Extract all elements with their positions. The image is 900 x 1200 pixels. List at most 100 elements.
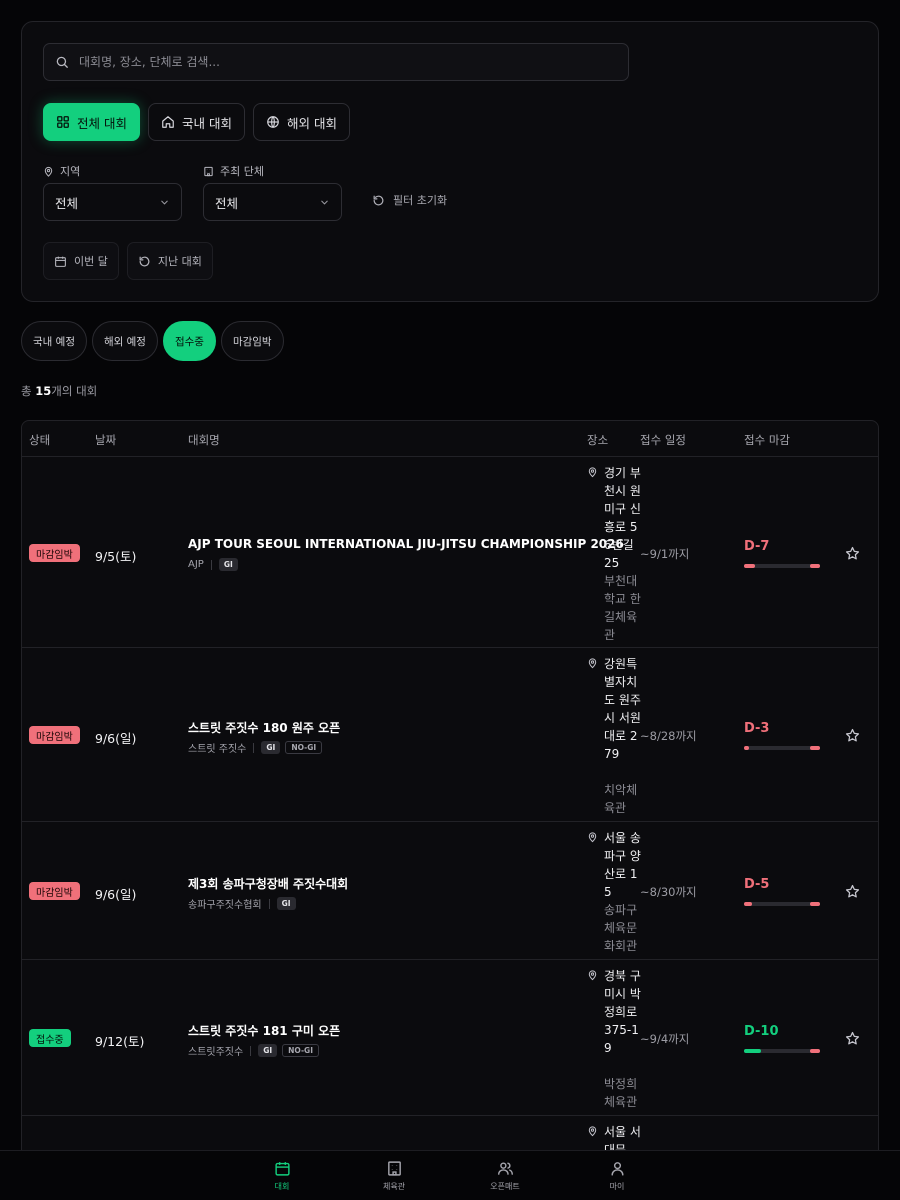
event-date: 9/12(토) [95,1034,145,1049]
venue-address: 경기 부천시 원미구 신흥로 56번길 25 [604,466,641,570]
tag-gi: GI [276,897,296,910]
venue-hall: 치악체육관 [604,783,638,815]
pill-domestic-upcoming[interactable]: 국내 예정 [21,321,87,361]
calendar-icon [274,1162,290,1176]
nav-gyms[interactable]: 체육관 [364,1160,424,1192]
pill-closing-soon[interactable]: 마감임박 [220,321,284,361]
history-icon [139,256,150,266]
dday-label: D-3 [744,721,770,736]
users-icon [497,1162,513,1175]
registration-until: ~9/4까지 [640,1032,690,1046]
chip-past-events[interactable]: 지난 대회 [126,242,213,280]
registration-until: ~8/30까지 [640,885,697,899]
event-meta: AJP GI [188,558,243,571]
event-name[interactable]: 스트릿 주짓수 180 원주 오픈 [188,719,340,736]
event-name[interactable]: 제3회 송파구청장배 주짓수대회 [188,875,348,892]
venue-address: 서울 송파구 양산로 15 [604,831,641,899]
event-date: 9/6(일) [95,887,137,902]
building-icon [387,1161,401,1176]
registration-until: ~8/28까지 [640,729,697,743]
map-pin-icon [44,166,53,177]
event-meta: 스트릿주짓수 GI NO-GI [188,1043,324,1058]
host-select[interactable]: 전체 [203,183,342,221]
scope-tab-all[interactable]: 전체 대회 [43,103,140,141]
deadline-progress-bar [744,902,820,906]
header-deadline: 접수 마감 [744,433,790,447]
total-count: 총 15개의 대회 [21,384,98,398]
search-box[interactable] [43,43,629,81]
tag-gi: GI [261,741,281,754]
table-row[interactable]: 마감임박 9/5(토) AJP TOUR SEOUL INTERNATIONAL… [22,458,878,648]
status-badge: 마감임박 [29,726,80,744]
nav-label: 체육관 [382,1182,406,1191]
region-select[interactable]: 전체 [43,183,182,221]
region-select-value: 전체 [55,195,79,211]
scope-tab-domestic[interactable]: 국내 대회 [147,103,245,141]
event-meta: 송파구주짓수협회 GI [188,896,301,911]
tag-gi: GI [218,558,238,571]
event-name[interactable]: 스트릿 주짓수 181 구미 오픈 [188,1022,340,1039]
venue-hall: 박정희체육관 [604,1077,638,1109]
home-icon [162,116,174,128]
deadline-progress-fill [744,902,753,906]
venue-hall: 송파구체육문화회관 [604,903,638,953]
header-name: 대회명 [188,433,220,447]
event-venue: 경기 부천시 원미구 신흥로 56번길 25 부천대학교 한길체육관 [587,464,647,644]
scope-tab-label: 국내 대회 [181,115,232,131]
pill-overseas-upcoming[interactable]: 해외 예정 [91,321,158,361]
nav-label: 마이 [609,1182,625,1191]
event-venue: 경북 구미시 박정희로 375-19 박정희체육관 [587,967,647,1113]
dday-label: D-7 [744,539,770,554]
tag-nogi: NO-GI [285,741,323,754]
deadline-progress-bar [744,564,820,568]
table-row[interactable]: 마감임박 9/6(일) 스트릿 주짓수 180 원주 오픈 스트릿 주짓수 GI… [22,649,878,822]
globe-icon [267,116,279,128]
star-icon[interactable] [845,546,860,561]
chevron-down-icon [321,200,328,205]
search-input[interactable] [79,55,599,69]
region-label: 지역 [43,163,80,179]
table-header: 상태 날짜 대회명 장소 접수 일정 접수 마감 [22,421,878,457]
total-count-number: 15 [35,384,52,398]
map-pin-icon [588,970,597,981]
nav-competitions[interactable]: 대회 [252,1160,312,1192]
pill-registration-open[interactable]: 접수중 [162,321,216,361]
star-icon[interactable] [845,728,860,743]
nav-open-mat[interactable]: 오픈매트 [475,1160,535,1192]
star-icon[interactable] [845,1031,860,1046]
building-icon [204,166,213,176]
venue-address: 경북 구미시 박정희로 375-19 [604,969,641,1055]
scope-tab-label: 전체 대회 [77,115,127,131]
star-icon[interactable] [845,884,860,899]
host-label: 주최 단체 [203,163,264,179]
event-org: AJP [188,559,204,570]
event-venue: 강원특별자치도 원주시 서원대로 279 치악체육관 [587,655,647,819]
search-icon [56,56,68,68]
deadline-progress-bar [744,746,820,750]
deadline-progress-fill [744,1049,761,1053]
calendar-icon [55,256,66,267]
scope-tab-label: 해외 대회 [286,115,337,131]
table-row[interactable]: 마감임박 9/6(일) 제3회 송파구청장배 주짓수대회 송파구주짓수협회 GI… [22,823,878,960]
status-pills: 국내 예정 해외 예정 접수중 마감임박 [21,321,284,361]
scope-tab-overseas[interactable]: 해외 대회 [252,103,350,141]
map-pin-icon [588,1126,597,1137]
event-name[interactable]: AJP TOUR SEOUL INTERNATIONAL JIU-JITSU C… [188,537,624,551]
chip-this-month[interactable]: 이번 달 [43,242,119,280]
reset-icon [373,195,384,205]
reset-filters-button[interactable]: 필터 초기화 [372,192,447,208]
grid-icon [57,116,69,128]
header-status: 상태 [29,433,51,447]
venue-hall: 부천대학교 한길체육관 [604,574,641,642]
map-pin-icon [588,467,597,478]
competition-table: 상태 날짜 대회명 장소 접수 일정 접수 마감 마감임박 9/5(토) AJP… [21,420,879,1200]
deadline-progress-fill [744,746,750,750]
filter-panel: 전체 대회 국내 대회 해외 대회 지역 전체 주최 단체 전체 필터 초기화 … [21,21,879,302]
dday-label: D-10 [744,1024,779,1039]
nav-my[interactable]: 마이 [587,1160,647,1192]
deadline-progress-bar [744,1049,820,1053]
event-org: 송파구주짓수협회 [188,900,262,911]
header-venue: 장소 [587,433,609,447]
header-date: 날짜 [95,433,117,447]
table-row[interactable]: 접수중 9/12(토) 스트릿 주짓수 181 구미 오픈 스트릿주짓수 GI … [22,961,878,1116]
